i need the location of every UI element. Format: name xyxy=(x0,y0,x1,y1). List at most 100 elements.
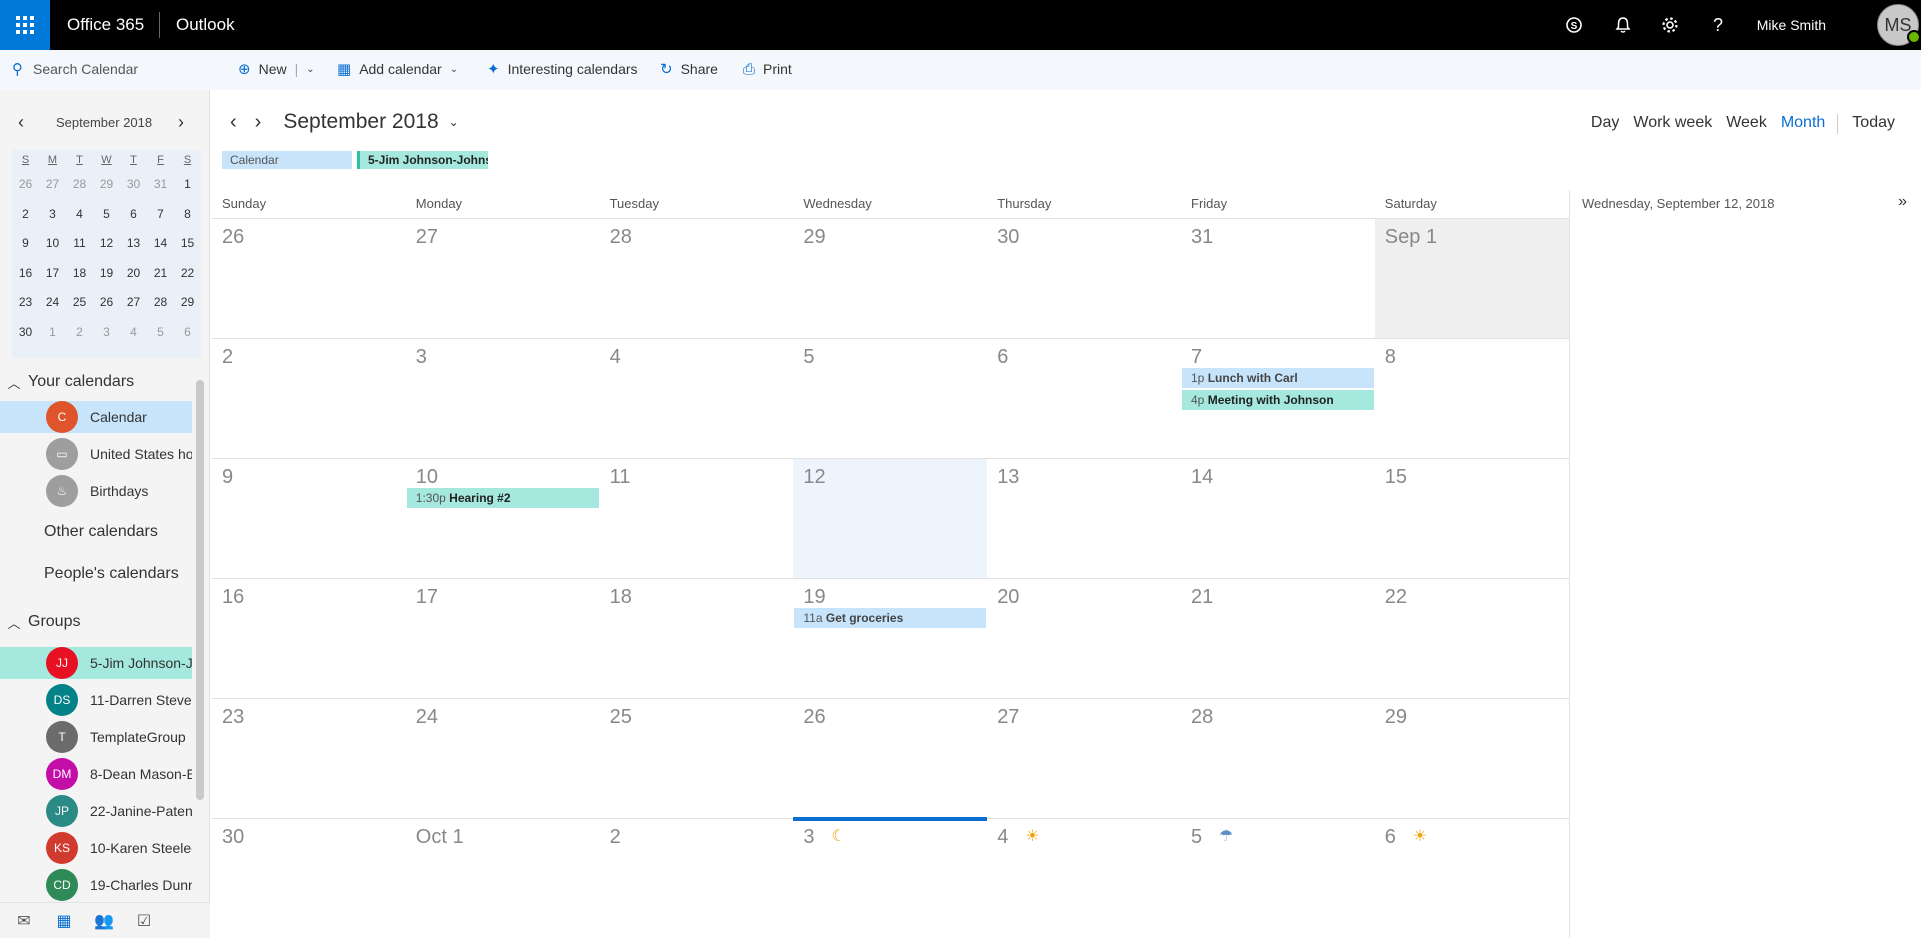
mini-day[interactable]: 26 xyxy=(93,288,120,318)
app-launcher-button[interactable] xyxy=(0,0,50,50)
mini-day[interactable]: 4 xyxy=(120,318,147,348)
group-item[interactable]: KS 10-Karen Steele-L xyxy=(0,832,192,864)
mini-day[interactable]: 19 xyxy=(93,259,120,289)
add-calendar-button[interactable]: ▦ Add calendar ⌄ xyxy=(337,61,458,77)
day-cell[interactable]: 3 xyxy=(405,338,600,458)
mini-day[interactable]: 25 xyxy=(66,288,93,318)
next-month-icon[interactable]: › xyxy=(255,111,262,134)
day-cell[interactable]: Oct 1 xyxy=(405,818,600,938)
day-cell[interactable]: Sep 1 xyxy=(1374,218,1569,338)
mini-day[interactable]: 6 xyxy=(120,200,147,230)
mini-day[interactable]: 26 xyxy=(12,170,39,200)
day-cell[interactable]: 5 xyxy=(793,338,988,458)
share-button[interactable]: ↻ Share xyxy=(660,61,718,77)
day-cell[interactable]: 18 xyxy=(599,578,794,698)
day-cell[interactable]: 26 xyxy=(793,698,988,818)
day-cell[interactable]: 11 xyxy=(599,458,794,578)
mini-day[interactable]: 30 xyxy=(120,170,147,200)
day-cell[interactable]: 30 xyxy=(212,818,406,938)
people-icon[interactable]: 👥 xyxy=(88,911,120,931)
mini-next-month-icon[interactable]: › xyxy=(178,112,184,133)
mini-day[interactable]: 10 xyxy=(39,229,66,259)
mini-day[interactable]: 31 xyxy=(147,170,174,200)
view-month[interactable]: Month xyxy=(1781,114,1825,134)
mini-day[interactable]: 2 xyxy=(12,200,39,230)
mini-day[interactable]: 5 xyxy=(147,318,174,348)
mini-day[interactable]: 14 xyxy=(147,229,174,259)
mini-day[interactable]: 4 xyxy=(66,200,93,230)
mini-day[interactable]: 11 xyxy=(66,229,93,259)
day-cell[interactable]: 3 xyxy=(793,818,988,938)
day-cell[interactable]: 2 xyxy=(212,338,406,458)
mini-day[interactable]: 3 xyxy=(93,318,120,348)
search-input[interactable]: Search Calendar xyxy=(33,61,138,77)
mini-day[interactable]: 20 xyxy=(120,259,147,289)
day-cell[interactable]: 10 xyxy=(405,458,600,578)
day-cell[interactable]: 29 xyxy=(793,218,988,338)
interesting-calendars-button[interactable]: ✦ Interesting calendars xyxy=(487,61,638,77)
day-cell[interactable]: 24 xyxy=(405,698,600,818)
chevron-down-icon[interactable]: ⌄ xyxy=(449,115,459,129)
day-cell[interactable]: 14 xyxy=(1181,458,1375,578)
mini-day[interactable]: 1 xyxy=(174,170,201,200)
mini-day[interactable]: 29 xyxy=(174,288,201,318)
mini-day[interactable]: 27 xyxy=(39,170,66,200)
mini-day[interactable]: 30 xyxy=(12,318,39,348)
mini-day[interactable]: 28 xyxy=(66,170,93,200)
mini-day[interactable]: 8 xyxy=(174,200,201,230)
sidebar-scrollbar[interactable] xyxy=(196,380,204,800)
app-name[interactable]: Outlook xyxy=(176,15,235,35)
mini-day[interactable]: 15 xyxy=(174,229,201,259)
calendar-event[interactable]: 1:30p Hearing #2 xyxy=(406,488,599,508)
group-tag[interactable]: 5-Jim Johnson-Johns xyxy=(357,151,488,169)
mini-day[interactable]: 9 xyxy=(12,229,39,259)
mini-day[interactable]: 2 xyxy=(66,318,93,348)
mini-day[interactable]: 5 xyxy=(93,200,120,230)
group-item[interactable]: T TemplateGroup xyxy=(0,721,192,753)
group-item[interactable]: JJ 5-Jim Johnson-Jo xyxy=(0,647,192,679)
mini-day[interactable]: 22 xyxy=(174,259,201,289)
day-cell[interactable]: 21 xyxy=(1181,578,1375,698)
mini-day[interactable]: 3 xyxy=(39,200,66,230)
other-calendars[interactable]: Other calendars xyxy=(44,523,158,541)
view-day[interactable]: Day xyxy=(1591,114,1619,134)
group-item[interactable]: DM 8-Dean Mason-Er xyxy=(0,758,192,790)
day-cell[interactable]: 23 xyxy=(212,698,406,818)
gear-icon[interactable] xyxy=(1657,12,1683,38)
mini-day[interactable]: 28 xyxy=(147,288,174,318)
day-cell[interactable]: 28 xyxy=(599,218,794,338)
search-calendar[interactable]: ⚲ Search Calendar xyxy=(12,61,138,77)
day-cell[interactable]: 13 xyxy=(987,458,1181,578)
mini-day[interactable]: 13 xyxy=(120,229,147,259)
day-cell[interactable]: 19 xyxy=(793,578,988,698)
day-cell[interactable]: 26 xyxy=(212,218,406,338)
prev-month-icon[interactable]: ‹ xyxy=(230,111,237,134)
mini-day[interactable]: 7 xyxy=(147,200,174,230)
chevron-down-icon[interactable]: ⌄ xyxy=(306,64,314,75)
calendar-item[interactable]: ▭ United States holi xyxy=(0,438,192,470)
day-cell[interactable]: 22 xyxy=(1374,578,1569,698)
calendar-item[interactable]: C Calendar xyxy=(0,401,192,433)
print-button[interactable]: ⎙ Print xyxy=(743,61,792,77)
mini-prev-month-icon[interactable]: ‹ xyxy=(18,112,24,133)
group-item[interactable]: DS 11-Darren Stevens xyxy=(0,684,192,716)
day-cell[interactable]: 4 xyxy=(987,818,1181,938)
day-cell[interactable]: 6 xyxy=(1374,818,1569,938)
calendar-icon[interactable]: ▦ xyxy=(48,911,80,931)
calendar-event[interactable]: 4p Meeting with Johnson xyxy=(1182,390,1374,410)
mini-day[interactable]: 1 xyxy=(39,318,66,348)
day-cell[interactable]: 28 xyxy=(1181,698,1375,818)
view-week[interactable]: Week xyxy=(1726,114,1767,134)
bell-icon[interactable] xyxy=(1610,12,1636,38)
user-name[interactable]: Mike Smith xyxy=(1757,17,1826,33)
view-work-week[interactable]: Work week xyxy=(1633,114,1712,134)
brand-link[interactable]: Office 365 xyxy=(67,15,144,35)
mini-day[interactable]: 23 xyxy=(12,288,39,318)
groups-header[interactable]: ︿ Groups xyxy=(0,606,80,638)
calendar-event[interactable]: 1p Lunch with Carl xyxy=(1182,368,1374,388)
group-item[interactable]: JP 22-Janine-Patent xyxy=(0,795,192,827)
day-cell[interactable]: 9 xyxy=(212,458,406,578)
day-cell[interactable]: 5 xyxy=(1181,818,1375,938)
day-cell[interactable]: 29 xyxy=(1374,698,1569,818)
mini-day[interactable]: 12 xyxy=(93,229,120,259)
